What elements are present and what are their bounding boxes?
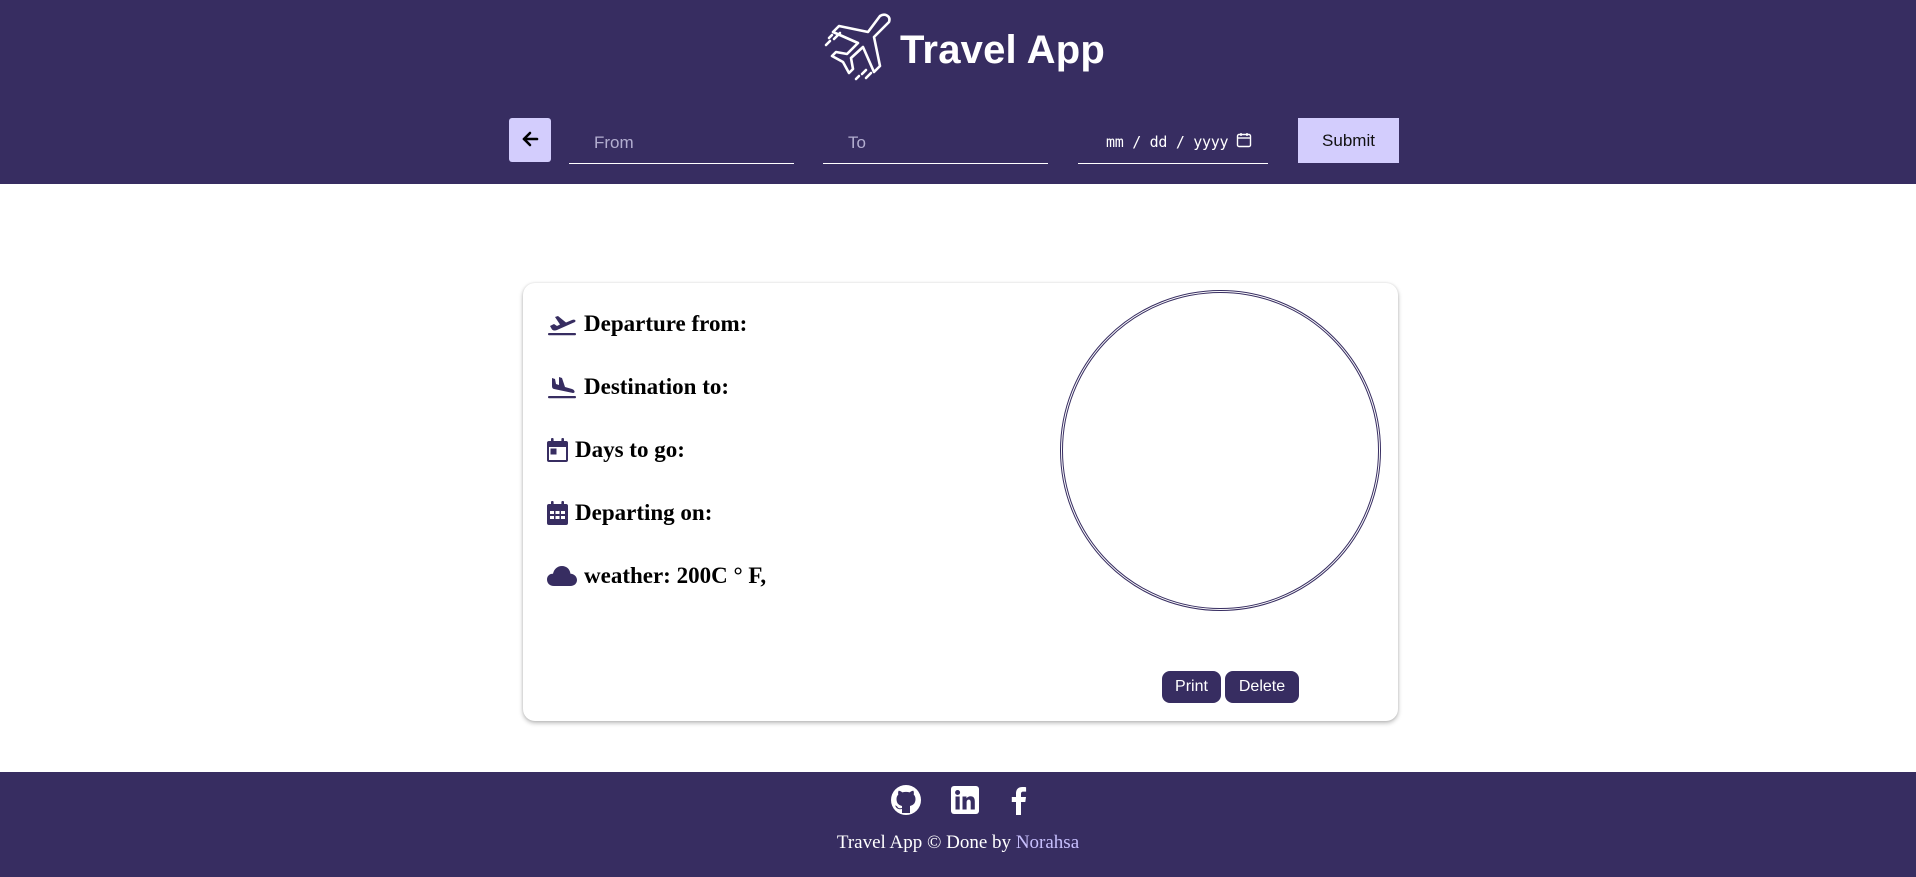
to-input[interactable] [823, 118, 1048, 163]
print-button[interactable]: Print [1162, 671, 1221, 703]
brand: Travel App [818, 10, 1105, 90]
github-icon[interactable] [890, 784, 922, 816]
app-title: Travel App [900, 27, 1106, 72]
date-placeholder: mm / dd / yyyy [1106, 133, 1229, 151]
arrow-left-icon [521, 130, 539, 151]
calendar-icon[interactable] [1236, 132, 1252, 153]
departure-row: Departure from: [547, 311, 747, 337]
weather-row: weather: 200C ° F, [547, 563, 766, 589]
destination-label: Destination to: [584, 374, 730, 399]
calendar-icon [547, 501, 568, 525]
back-button[interactable] [509, 118, 551, 162]
from-field [569, 118, 794, 164]
weather-label: weather: 200C ° F, [584, 563, 767, 588]
app-header: Travel App mm / dd / yyyy Submit [0, 0, 1916, 184]
app-footer: Travel App © Done by Norahsa [0, 772, 1916, 877]
departing-row: Departing on: [547, 500, 712, 526]
calendar-day-icon [547, 438, 568, 462]
delete-button[interactable]: Delete [1225, 671, 1299, 703]
departing-label: Departing on: [575, 500, 713, 525]
days-row: Days to go: [547, 437, 685, 463]
credit-text: Travel App © Done by [836, 832, 1016, 853]
destination-row: Destination to: [547, 374, 729, 400]
from-input[interactable] [569, 118, 794, 163]
trip-card: Departure from: Destination to: Days to … [523, 283, 1398, 721]
linkedin-icon[interactable] [949, 784, 981, 816]
days-label: Days to go: [575, 437, 685, 462]
destination-image-placeholder [1060, 290, 1381, 611]
copyright-text: Travel App © Done by Norahsa [0, 832, 1916, 854]
plane-departure-icon [547, 312, 577, 336]
plane-arrival-icon [547, 375, 577, 399]
submit-button[interactable]: Submit [1298, 118, 1399, 163]
airplane-icon [818, 8, 898, 93]
date-input[interactable]: mm / dd / yyyy [1078, 118, 1268, 164]
departure-label: Departure from: [584, 311, 748, 336]
author-link[interactable]: Norahsa [1016, 832, 1079, 853]
facebook-icon[interactable] [1003, 784, 1035, 816]
to-field [823, 118, 1048, 164]
cloud-icon [547, 565, 577, 587]
